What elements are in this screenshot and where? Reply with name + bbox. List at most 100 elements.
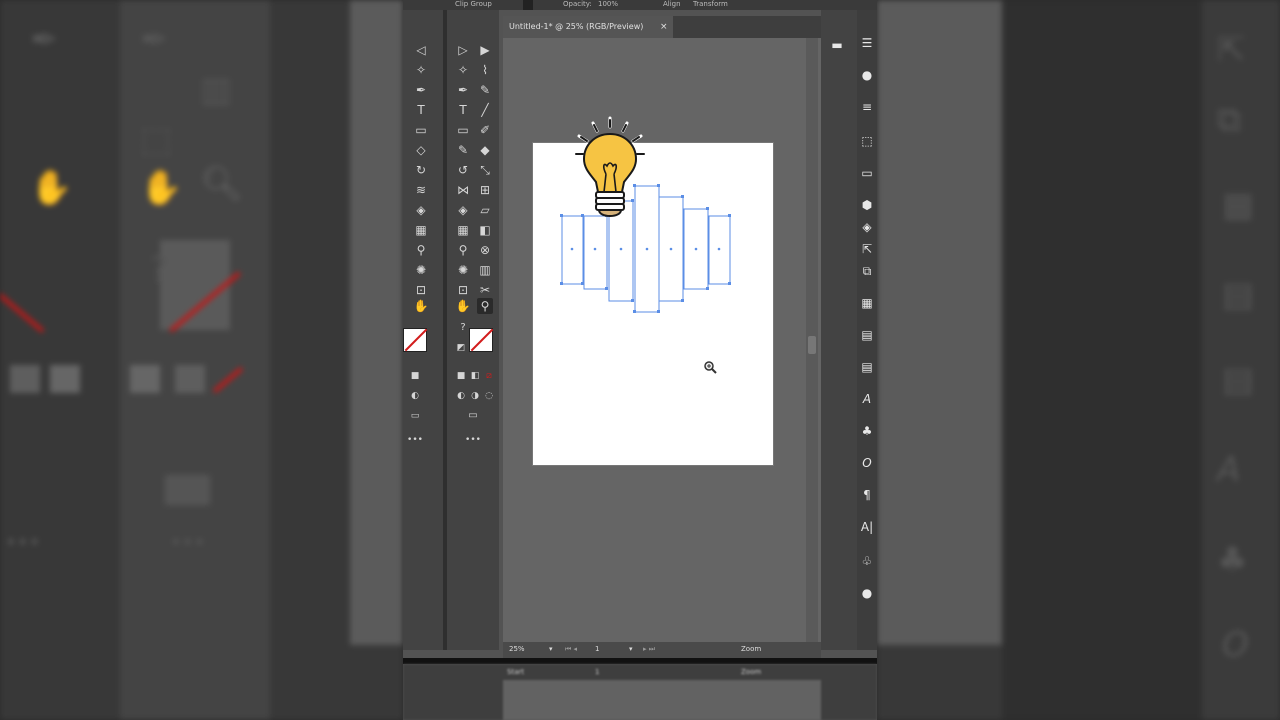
glyphs-icon[interactable]: A| bbox=[859, 520, 875, 534]
mesh-tool-icon[interactable]: ▦ bbox=[455, 222, 471, 238]
rotate-tool-icon[interactable]: ↺ bbox=[455, 162, 471, 178]
hand-icon[interactable]: ✋ bbox=[413, 298, 429, 314]
eraser-tool-icon[interactable]: ◆ bbox=[477, 142, 493, 158]
draw-mode-icon[interactable]: ◐ bbox=[407, 388, 423, 404]
rectangle-icon[interactable]: ▭ bbox=[413, 122, 429, 138]
eyedropper-icon[interactable]: ⚲ bbox=[413, 242, 429, 258]
curvature-tool-icon[interactable]: ✎ bbox=[477, 82, 493, 98]
transform-link[interactable]: Transform bbox=[693, 0, 728, 8]
lasso-tool-icon[interactable]: ⌇ bbox=[477, 62, 493, 78]
more-tools-icon[interactable]: ••• bbox=[407, 432, 423, 448]
opacity-value[interactable]: 100% bbox=[598, 0, 618, 8]
symbol-sprayer-tool-icon[interactable]: ✺ bbox=[455, 262, 471, 278]
zoom-level[interactable]: 25% bbox=[509, 645, 525, 653]
export-icon[interactable]: ⇱ bbox=[859, 242, 875, 256]
control-bar: Clip Group Opacity: 100% Align Transform bbox=[403, 0, 877, 10]
next-artboard-icon[interactable]: ▸ ⏭ bbox=[643, 645, 655, 654]
shape-builder-icon[interactable]: ◈ bbox=[413, 202, 429, 218]
appearance-icon[interactable]: ⬢ bbox=[859, 198, 875, 212]
fill-stroke-swatch-main[interactable] bbox=[469, 328, 494, 352]
current-tool-label: Zoom bbox=[741, 645, 762, 653]
perspective-grid-tool-icon[interactable]: ▱ bbox=[477, 202, 493, 218]
color-icon[interactable]: ● bbox=[859, 68, 875, 82]
gradient-icon[interactable]: ▭ bbox=[859, 166, 875, 180]
eraser-icon[interactable]: ◇ bbox=[413, 142, 429, 158]
type-tool-icon[interactable]: T bbox=[455, 102, 471, 118]
zoom-tool-icon[interactable]: ⚲ bbox=[477, 298, 493, 314]
color-mode-icon[interactable]: ■ bbox=[407, 368, 423, 384]
scrollbar-thumb[interactable] bbox=[808, 336, 816, 354]
graphic-styles-icon[interactable]: ♧ bbox=[859, 554, 875, 568]
layers-icon[interactable]: ◈ bbox=[859, 220, 875, 234]
symbols-icon[interactable]: ♣ bbox=[859, 424, 875, 438]
vertical-scrollbar[interactable] bbox=[806, 38, 818, 642]
selection-swatch[interactable] bbox=[523, 0, 533, 10]
first-artboard-icon[interactable]: ⏮ ◂ bbox=[565, 645, 577, 654]
direct-selection-icon[interactable]: ◁ bbox=[413, 42, 429, 58]
symbol-sprayer-icon[interactable]: ✺ bbox=[413, 262, 429, 278]
panel-menu-icon[interactable]: ▬ bbox=[829, 38, 845, 52]
reflection-tool-name: Zoom bbox=[741, 668, 762, 676]
close-icon[interactable]: × bbox=[660, 16, 668, 38]
scale-tool-icon[interactable]: ⤡ bbox=[477, 162, 493, 178]
backdrop-more-icon: ••• bbox=[5, 530, 41, 554]
screen-mode-tool-icon[interactable]: ▭ bbox=[465, 408, 481, 424]
hand-tool-icon[interactable]: ✋ bbox=[455, 298, 471, 314]
slice-tool-icon[interactable]: ✂ bbox=[477, 282, 493, 298]
edit-toolbar-icon[interactable]: ••• bbox=[465, 432, 481, 448]
width-tool-icon[interactable]: ⋈ bbox=[455, 182, 471, 198]
fill-stroke-swatch[interactable] bbox=[403, 328, 428, 352]
artboards-icon[interactable]: ⧉ bbox=[859, 264, 875, 279]
brushes-icon[interactable]: ⬚ bbox=[859, 134, 875, 148]
zoom-dropdown-icon[interactable]: ▾ bbox=[549, 645, 553, 653]
artboard[interactable] bbox=[533, 143, 773, 465]
pen-icon[interactable]: ✒ bbox=[413, 82, 429, 98]
backdrop-hand-icon: ✋ bbox=[140, 168, 183, 208]
document-tab-bar: Untitled-1* @ 25% (RGB/Preview) × bbox=[503, 16, 821, 38]
column-graph-tool-icon[interactable]: ▥ bbox=[477, 262, 493, 278]
default-colors-icon[interactable]: ◩ bbox=[453, 340, 469, 356]
transform-icon[interactable]: ▦ bbox=[859, 296, 875, 310]
zoom-cursor-icon bbox=[704, 361, 717, 374]
swatches-icon[interactable]: ≡ bbox=[859, 100, 875, 114]
character-icon[interactable]: A bbox=[859, 392, 875, 406]
backdrop-pen-icon: ✒ bbox=[30, 20, 59, 60]
magic-wand-icon[interactable]: ✧ bbox=[413, 62, 429, 78]
shaper-tool-icon[interactable]: ✎ bbox=[455, 142, 471, 158]
line-tool-icon[interactable]: ╱ bbox=[477, 102, 493, 118]
paragraph-icon[interactable]: ¶ bbox=[859, 488, 875, 502]
align-icon[interactable]: ▤ bbox=[859, 328, 875, 342]
libraries-icon[interactable]: ● bbox=[859, 586, 875, 600]
shape-builder-tool-icon[interactable]: ◈ bbox=[455, 202, 471, 218]
artboard-tool-icon[interactable]: ⊡ bbox=[455, 282, 471, 298]
artboard-icon[interactable]: ⊡ bbox=[413, 282, 429, 298]
draw-inside-icon[interactable]: ◌ bbox=[481, 388, 497, 404]
screen-mode-icon[interactable]: ▭ bbox=[407, 408, 423, 424]
rectangle-tool-icon[interactable]: ▭ bbox=[455, 122, 471, 138]
paintbrush-tool-icon[interactable]: ✐ bbox=[477, 122, 493, 138]
magic-wand-tool-icon[interactable]: ✧ bbox=[455, 62, 471, 78]
rotate-icon[interactable]: ↻ bbox=[413, 162, 429, 178]
direct-selection-tool-icon[interactable]: ▶ bbox=[477, 42, 493, 58]
blend-tool-icon[interactable]: ⊗ bbox=[477, 242, 493, 258]
align-link[interactable]: Align bbox=[663, 0, 681, 8]
mesh-icon[interactable]: ▦ bbox=[413, 222, 429, 238]
gradient-tool-icon[interactable]: ◧ bbox=[477, 222, 493, 238]
free-transform-tool-icon[interactable]: ⊞ bbox=[477, 182, 493, 198]
artboard-dropdown-icon[interactable]: ▾ bbox=[629, 645, 633, 653]
selection-tool-icon[interactable]: ▷ bbox=[455, 42, 471, 58]
properties-icon[interactable]: ☰ bbox=[859, 36, 875, 50]
opentype-icon[interactable]: O bbox=[859, 456, 875, 470]
type-icon[interactable]: T bbox=[413, 102, 429, 118]
document-tab[interactable]: Untitled-1* @ 25% (RGB/Preview) bbox=[503, 16, 673, 38]
artboard-number[interactable]: 1 bbox=[595, 645, 599, 653]
none-fill-icon[interactable]: ⧄ bbox=[481, 368, 497, 384]
bar-shapes-selection[interactable] bbox=[533, 143, 773, 465]
pen-tool-icon[interactable]: ✒ bbox=[455, 82, 471, 98]
clip-group-label: Clip Group bbox=[455, 0, 492, 8]
eyedropper-tool-icon[interactable]: ⚲ bbox=[455, 242, 471, 258]
pathfinder-icon[interactable]: ▤ bbox=[859, 360, 875, 374]
bar-shape[interactable] bbox=[583, 215, 608, 290]
warp-icon[interactable]: ≋ bbox=[413, 182, 429, 198]
backdrop-hand-icon: ✋ bbox=[30, 168, 73, 208]
